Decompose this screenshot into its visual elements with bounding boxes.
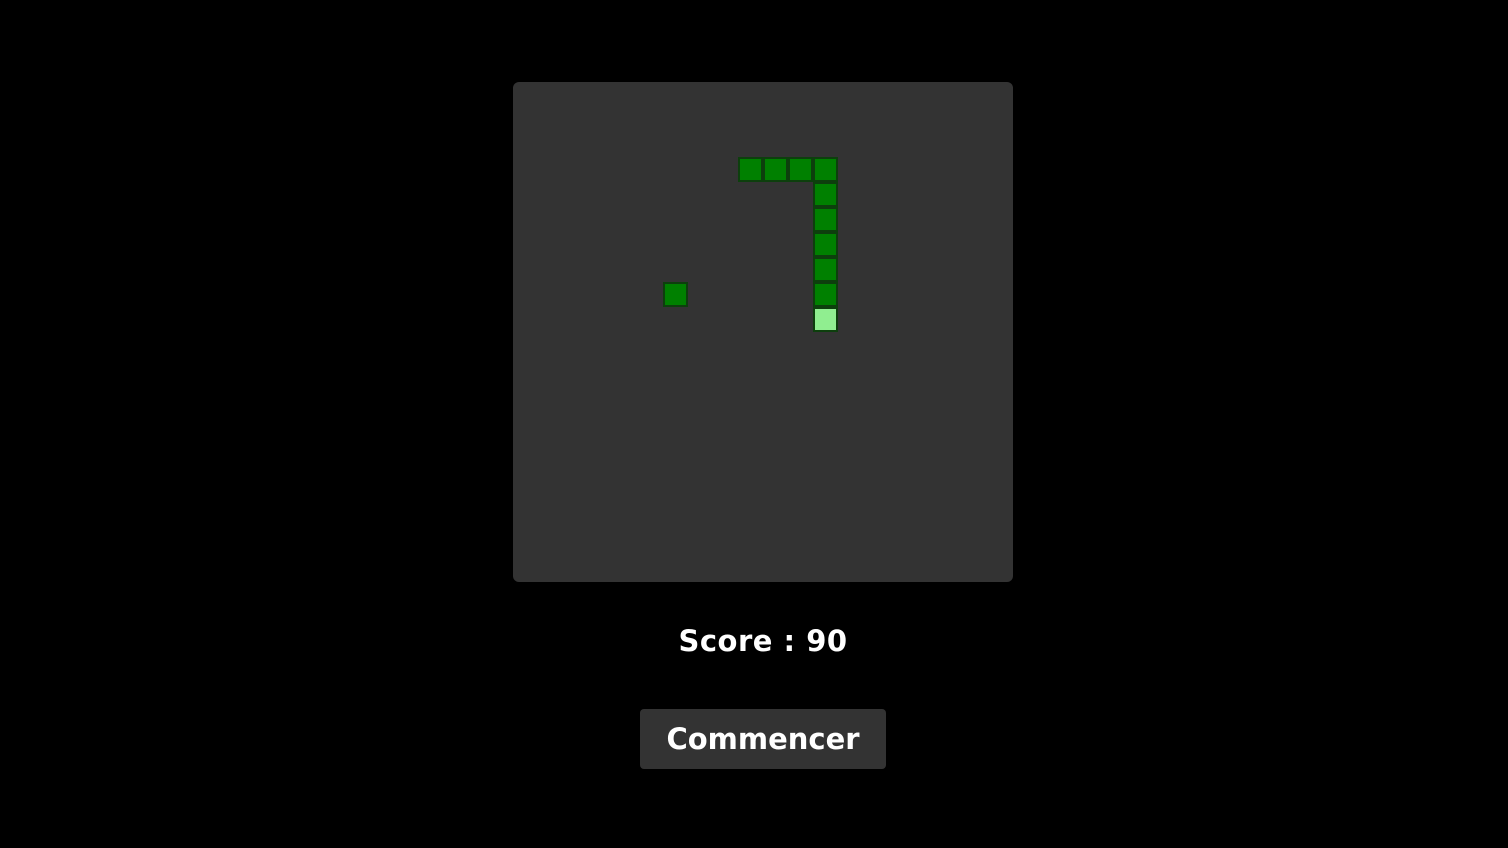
snake-segment xyxy=(813,182,838,207)
snake-segment xyxy=(813,232,838,257)
game-board xyxy=(513,82,1013,582)
start-button[interactable]: Commencer xyxy=(640,709,886,769)
snake-segment xyxy=(813,157,838,182)
snake-segment xyxy=(813,257,838,282)
snake-segment xyxy=(788,157,813,182)
snake-segment xyxy=(738,157,763,182)
snake-segment xyxy=(813,282,838,307)
food-cell xyxy=(663,282,688,307)
score-display: Score : 90 xyxy=(678,624,848,658)
snake-segment xyxy=(813,207,838,232)
snake-segment xyxy=(763,157,788,182)
snake-head xyxy=(813,307,838,332)
